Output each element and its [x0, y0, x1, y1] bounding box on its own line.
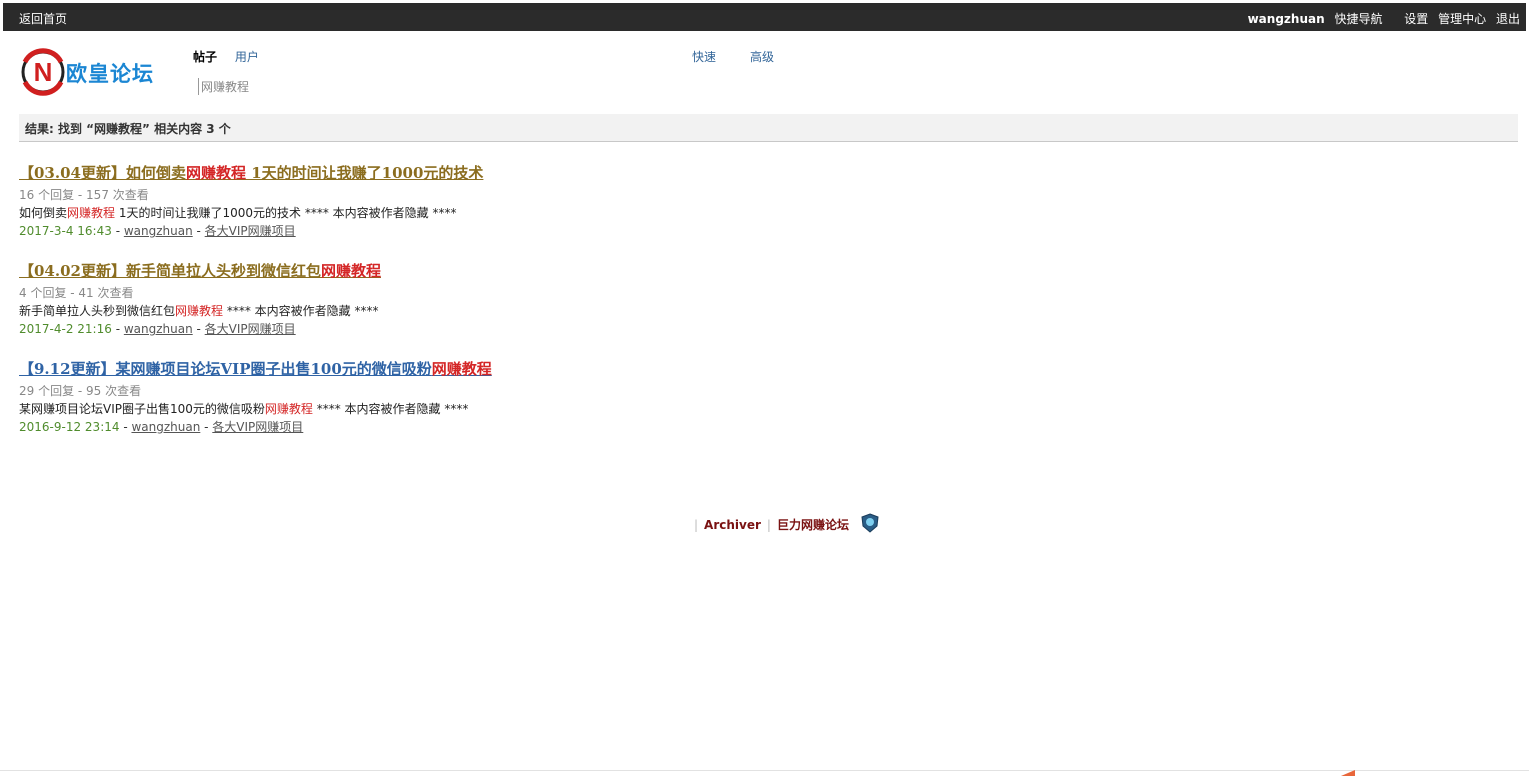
- result-excerpt: 如何倒卖网赚教程 1天的时间让我赚了1000元的技术 **** 本内容被作者隐藏…: [19, 204, 1019, 222]
- result-excerpt: 某网赚项目论坛VIP圈子出售100元的微信吸粉网赚教程 **** 本内容被作者隐…: [19, 400, 1019, 418]
- tab-users[interactable]: 用户: [235, 50, 259, 64]
- forum-link[interactable]: 各大VIP网赚项目: [205, 322, 296, 336]
- advanced-search-link[interactable]: 高级: [750, 48, 774, 65]
- result-list: 【03.04更新】如何倒卖网赚教程 1天的时间让我赚了1000元的技术 16 个…: [19, 162, 1019, 456]
- search-tabs: 帖子 用户: [193, 48, 259, 65]
- admin-center-link[interactable]: 管理中心: [1438, 12, 1486, 26]
- excerpt-text: 某网赚项目论坛VIP圈子出售100元的微信吸粉: [19, 402, 265, 416]
- user-menu: wangzhuan 快捷导航 设置 管理中心 退出: [1248, 10, 1520, 27]
- footer-separator: |: [766, 518, 771, 532]
- post-date: 2017-4-2 21:16: [19, 322, 112, 336]
- fast-search-link[interactable]: 快速: [692, 48, 716, 65]
- forum-link[interactable]: 各大VIP网赚项目: [212, 420, 303, 434]
- result-summary-bar: 结果: 找到 “网赚教程” 相关内容 3 个: [19, 114, 1518, 142]
- title-highlight: 网赚教程: [431, 360, 492, 378]
- site-link[interactable]: 巨力网赚论坛: [777, 518, 849, 532]
- result-meta: 2017-4-2 21:16 - wangzhuan - 各大VIP网赚项目: [19, 322, 296, 336]
- result-item: 【9.12更新】某网赚项目论坛VIP圈子出售100元的微信吸粉网赚教程 29 个…: [19, 358, 1019, 456]
- title-text-tail: 1天的时间让我赚了1000元的技术: [246, 164, 484, 182]
- footer: | Archiver | 巨力网赚论坛: [688, 513, 879, 533]
- result-meta: 2017-3-4 16:43 - wangzhuan - 各大VIP网赚项目: [19, 224, 296, 238]
- username-link[interactable]: wangzhuan: [1248, 12, 1325, 26]
- post-date: 2016-9-12 23:14: [19, 420, 120, 434]
- result-title-link[interactable]: 【04.02更新】新手简单拉人头秒到微信红包网赚教程: [19, 260, 1019, 281]
- forum-link[interactable]: 各大VIP网赚项目: [205, 224, 296, 238]
- excerpt-highlight: 网赚教程: [67, 206, 116, 220]
- excerpt-text-tail: 1天的时间让我赚了1000元的技术 **** 本内容被作者隐藏 ****: [115, 206, 457, 220]
- result-stats: 29 个回复 - 95 次查看: [19, 384, 142, 398]
- author-link[interactable]: wangzhuan: [131, 420, 200, 434]
- title-text: 【9.12更新】某网赚项目论坛VIP圈子出售100元的微信吸粉: [19, 360, 432, 378]
- excerpt-text: 如何倒卖: [19, 206, 68, 220]
- result-stats: 16 个回复 - 157 次查看: [19, 188, 149, 202]
- result-item: 【04.02更新】新手简单拉人头秒到微信红包网赚教程 4 个回复 - 41 次查…: [19, 260, 1019, 358]
- title-text: 【04.02更新】新手简单拉人头秒到微信红包: [19, 262, 321, 280]
- result-title-link[interactable]: 【9.12更新】某网赚项目论坛VIP圈子出售100元的微信吸粉网赚教程: [19, 358, 1019, 379]
- result-stats: 4 个回复 - 41 次查看: [19, 286, 134, 300]
- author-link[interactable]: wangzhuan: [124, 224, 193, 238]
- home-link[interactable]: 返回首页: [19, 10, 67, 27]
- search-input[interactable]: 网赚教程: [198, 78, 249, 95]
- excerpt-text: 新手简单拉人头秒到微信红包: [19, 304, 176, 318]
- corner-arrow-icon: [1341, 770, 1355, 776]
- bottom-divider: [0, 770, 1529, 771]
- archiver-link[interactable]: Archiver: [704, 518, 761, 532]
- excerpt-highlight: 网赚教程: [175, 304, 224, 318]
- excerpt-text-tail: **** 本内容被作者隐藏 ****: [223, 304, 379, 318]
- result-summary: 结果: 找到 “网赚教程” 相关内容 3 个: [25, 122, 231, 136]
- title-highlight: 网赚教程: [185, 164, 246, 182]
- footer-separator: |: [694, 518, 699, 532]
- logout-link[interactable]: 退出: [1496, 12, 1520, 26]
- settings-link[interactable]: 设置: [1404, 12, 1428, 26]
- result-meta: 2016-9-12 23:14 - wangzhuan - 各大VIP网赚项目: [19, 420, 304, 434]
- shield-icon[interactable]: [861, 513, 879, 533]
- author-link[interactable]: wangzhuan: [124, 322, 193, 336]
- excerpt-text-tail: **** 本内容被作者隐藏 ****: [312, 402, 469, 416]
- result-excerpt: 新手简单拉人头秒到微信红包网赚教程 **** 本内容被作者隐藏 ****: [19, 302, 1019, 320]
- result-title-link[interactable]: 【03.04更新】如何倒卖网赚教程 1天的时间让我赚了1000元的技术: [19, 162, 1019, 183]
- top-nav-bar: 返回首页 wangzhuan 快捷导航 设置 管理中心 退出: [3, 3, 1526, 31]
- title-highlight: 网赚教程: [320, 262, 381, 280]
- quick-nav-link[interactable]: 快捷导航: [1334, 12, 1382, 26]
- logo-mark: N: [34, 57, 53, 87]
- title-text: 【03.04更新】如何倒卖: [19, 164, 186, 182]
- logo-text: 欧皇论坛: [66, 62, 154, 86]
- post-date: 2017-3-4 16:43: [19, 224, 112, 238]
- excerpt-highlight: 网赚教程: [264, 402, 313, 416]
- result-item: 【03.04更新】如何倒卖网赚教程 1天的时间让我赚了1000元的技术 16 个…: [19, 162, 1019, 260]
- tab-posts[interactable]: 帖子: [193, 50, 217, 64]
